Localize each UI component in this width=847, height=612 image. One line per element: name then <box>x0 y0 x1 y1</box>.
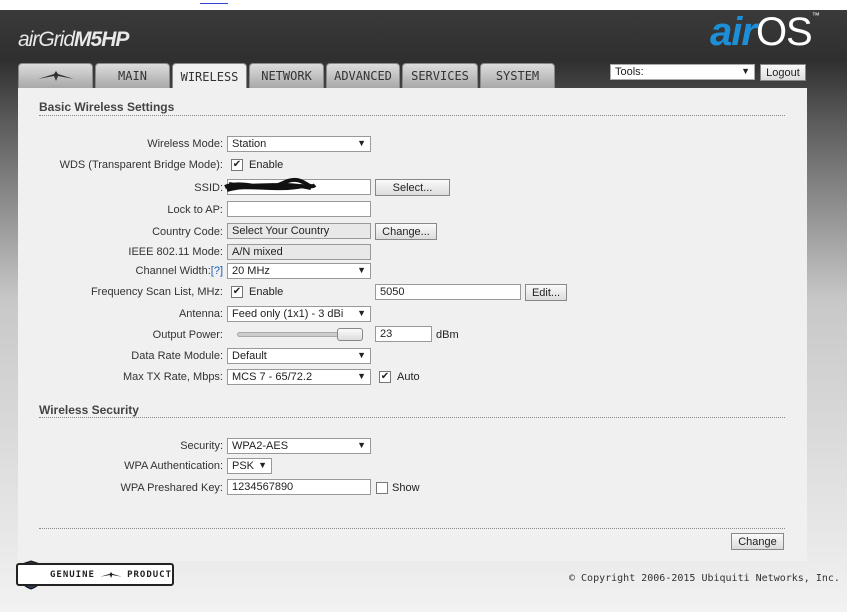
brand-mid: Grid <box>38 28 75 51</box>
wpa-auth-label: WPA Authentication: <box>124 460 223 472</box>
wireless-mode-label: Wireless Mode: <box>147 138 223 150</box>
channel-width-value: 20 MHz <box>232 265 270 277</box>
dropdown-arrow-icon: ▼ <box>357 308 366 318</box>
airos-logo: airOS™ <box>710 10 820 54</box>
tab-system[interactable]: SYSTEM <box>480 63 555 88</box>
dropdown-arrow-icon: ▼ <box>357 265 366 275</box>
wds-label: WDS (Transparent Bridge Mode): <box>59 159 223 171</box>
tools-dropdown-value: Tools: <box>615 66 644 78</box>
tab-services[interactable]: SERVICES <box>402 63 478 88</box>
top-link[interactable] <box>200 0 228 4</box>
freq-scan-checkbox[interactable]: ✔ <box>231 286 243 298</box>
data-rate-value: Default <box>232 350 267 362</box>
airos-logo-os: OS <box>755 10 813 54</box>
output-power-slider-knob[interactable] <box>337 328 363 341</box>
ieee-mode-label: IEEE 802.11 Mode: <box>128 246 223 258</box>
security-select[interactable]: WPA2-AES ▼ <box>227 438 371 454</box>
wpa-key-input[interactable]: 1234567890 <box>227 479 371 495</box>
redaction-scribble <box>224 177 317 192</box>
freq-edit-button[interactable]: Edit... <box>525 284 567 301</box>
data-rate-select[interactable]: Default ▼ <box>227 348 371 364</box>
wireless-mode-value: Station <box>232 138 267 150</box>
max-tx-value: MCS 7 - 65/72.2 <box>232 371 313 383</box>
tab-advanced[interactable]: ADVANCED <box>326 63 400 88</box>
channel-width-label: Channel Width:[?] <box>18 265 223 277</box>
genuine-product-badge: GENUINE PRODUCT <box>16 563 174 586</box>
max-tx-label: Max TX Rate, Mbps: <box>122 371 223 383</box>
logout-button[interactable]: Logout <box>760 64 806 81</box>
browser-top-strip <box>0 0 847 10</box>
dropdown-arrow-icon: ▼ <box>357 138 366 148</box>
tab-home[interactable] <box>18 63 93 88</box>
channel-width-help-link[interactable]: [?] <box>211 265 223 277</box>
genuine-left-text: GENUINE <box>50 569 95 580</box>
wpa-auth-select[interactable]: PSK ▼ <box>227 458 272 474</box>
security-value: WPA2-AES <box>232 440 289 452</box>
dropdown-arrow-icon: ▼ <box>741 66 750 76</box>
dropdown-arrow-icon: ▼ <box>357 440 366 450</box>
dropdown-arrow-icon: ▼ <box>258 460 267 470</box>
wireless-security-title: Wireless Security <box>39 403 139 417</box>
basic-settings-title: Basic Wireless Settings <box>39 100 175 114</box>
max-tx-auto-checkbox[interactable]: ✔ <box>379 371 391 383</box>
tab-main[interactable]: MAIN <box>95 63 170 88</box>
output-power-label: Output Power: <box>152 329 223 341</box>
show-key-checkbox[interactable] <box>376 482 388 494</box>
brand-model: M5HP <box>74 28 129 51</box>
airos-logo-air: air <box>710 10 757 54</box>
wireless-mode-select[interactable]: Station ▼ <box>227 136 371 152</box>
freq-scan-label: Frequency Scan List, MHz: <box>90 286 223 298</box>
divider <box>39 417 785 418</box>
freq-scan-enable-label: Enable <box>249 286 284 298</box>
antenna-value: Feed only (1x1) - 3 dBi <box>232 308 344 320</box>
max-tx-auto-label: Auto <box>397 371 420 383</box>
country-code-label: Country Code: <box>152 226 223 238</box>
lock-to-ap-label: Lock to AP: <box>167 204 223 216</box>
output-power-input[interactable]: 23 <box>375 326 432 342</box>
freq-scan-input[interactable]: 5050 <box>375 284 521 300</box>
lock-to-ap-input[interactable] <box>227 201 371 217</box>
main-tabs: MAIN WIRELESS NETWORK ADVANCED SERVICES … <box>18 63 555 89</box>
country-change-button[interactable]: Change... <box>375 223 437 240</box>
copyright-text: © Copyright 2006-2015 Ubiquiti Networks,… <box>569 573 840 584</box>
wpa-auth-value: PSK <box>232 460 255 472</box>
security-label: Security: <box>180 440 223 452</box>
ubiquiti-logo-icon <box>100 571 122 578</box>
output-power-unit: dBm <box>436 329 459 341</box>
country-code-field: Select Your Country <box>227 223 371 239</box>
brand-prefix: air <box>18 28 39 51</box>
max-tx-select[interactable]: MCS 7 - 65/72.2 ▼ <box>227 369 371 385</box>
dropdown-arrow-icon: ▼ <box>357 350 366 360</box>
device-brand: airGridM5HP <box>18 28 129 52</box>
genuine-right-text: PRODUCT <box>127 569 172 580</box>
change-button[interactable]: Change <box>731 533 784 550</box>
channel-width-select[interactable]: 20 MHz ▼ <box>227 263 371 279</box>
tab-network[interactable]: NETWORK <box>249 63 324 88</box>
ubiquiti-logo-icon <box>37 71 74 81</box>
divider <box>39 528 785 529</box>
settings-panel: Basic Wireless Settings Wireless Mode: S… <box>18 88 807 561</box>
wds-enable-label: Enable <box>249 159 284 171</box>
tab-wireless[interactable]: WIRELESS <box>172 63 247 89</box>
dropdown-arrow-icon: ▼ <box>357 371 366 381</box>
antenna-label: Antenna: <box>178 308 223 320</box>
wds-checkbox[interactable]: ✔ <box>231 159 243 171</box>
data-rate-label: Data Rate Module: <box>131 350 223 362</box>
ssid-label: SSID: <box>194 182 223 194</box>
channel-width-label-text: Channel Width: <box>135 265 211 277</box>
antenna-select[interactable]: Feed only (1x1) - 3 dBi ▼ <box>227 306 371 322</box>
tools-dropdown[interactable]: Tools: ▼ <box>610 64 755 80</box>
show-key-label: Show <box>392 482 420 494</box>
airos-logo-tm: ™ <box>811 11 820 20</box>
divider <box>39 115 785 116</box>
ssid-select-button[interactable]: Select... <box>375 179 450 196</box>
wpa-key-label: WPA Preshared Key: <box>120 482 223 494</box>
ieee-mode-field: A/N mixed <box>227 244 371 260</box>
